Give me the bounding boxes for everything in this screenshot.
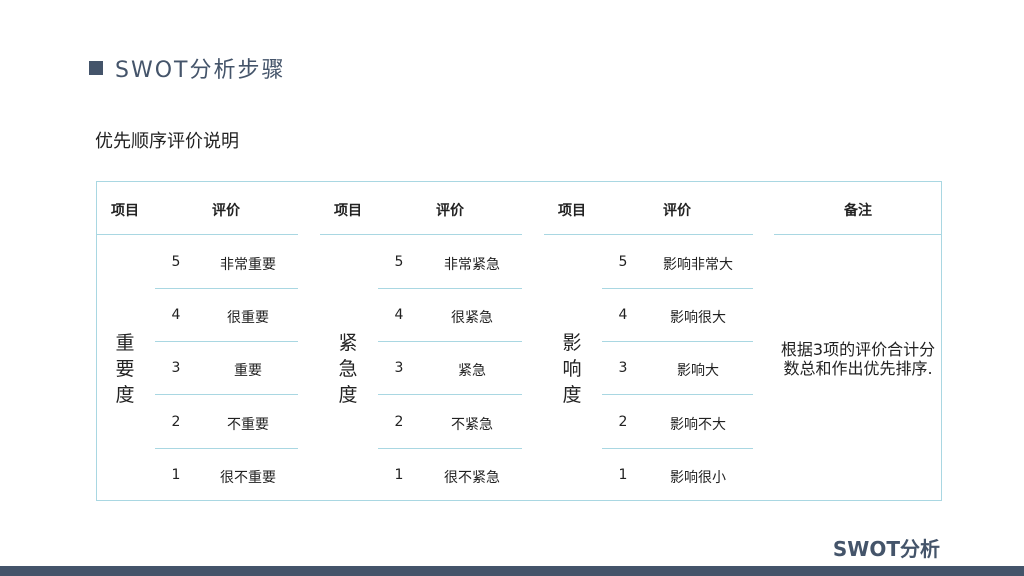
row-divider [378,448,522,449]
impact-desc: 影响很小 [670,470,726,486]
group-label-importance: 重 要 度 [115,332,135,406]
slide-title: SWOT分析步骤 [115,58,286,83]
brand-footer: SWOT分析 [832,537,940,561]
importance-score: 3 [171,360,181,376]
importance-desc: 不重要 [227,417,269,433]
bottom-accent-bar [0,566,1024,576]
header-rating-2: 评价 [436,203,464,219]
header-divider-4 [774,234,941,235]
impact-score: 1 [618,467,628,483]
urgency-desc: 非常紧急 [444,257,500,273]
urgency-desc: 很紧急 [451,310,493,326]
slide-subtitle: 优先顺序评价说明 [95,131,239,152]
importance-desc: 重要 [234,363,262,379]
row-divider [155,448,298,449]
urgency-desc: 很不紧急 [444,470,500,486]
header-rating-3: 评价 [663,203,691,219]
row-divider [602,288,753,289]
header-rating-1: 评价 [212,203,240,219]
urgency-score: 5 [394,254,404,270]
row-divider [602,394,753,395]
impact-desc: 影响大 [677,363,719,379]
header-divider-1 [97,234,298,235]
group-label-urgency: 紧 急 度 [338,332,358,406]
urgency-score: 4 [394,307,404,323]
header-item-2: 项目 [334,203,362,219]
urgency-score: 1 [394,467,404,483]
row-divider [155,288,298,289]
row-divider [155,341,298,342]
impact-score: 3 [618,360,628,376]
header-divider-2 [320,234,522,235]
row-divider [378,341,522,342]
row-divider [378,288,522,289]
square-bullet-icon [89,61,103,75]
table-note: 根据3项的评价合计分数总和作出优先排序. [780,340,936,378]
importance-desc: 很重要 [227,310,269,326]
impact-score: 4 [618,307,628,323]
header-item-1: 项目 [111,203,139,219]
impact-score: 5 [618,254,628,270]
urgency-score: 2 [394,414,404,430]
importance-score: 2 [171,414,181,430]
importance-desc: 很不重要 [220,470,276,486]
urgency-desc: 不紧急 [451,417,493,433]
row-divider [155,394,298,395]
row-divider [378,394,522,395]
header-divider-3 [544,234,753,235]
urgency-score: 3 [394,360,404,376]
impact-desc: 影响非常大 [663,257,733,273]
importance-score: 5 [171,254,181,270]
row-divider [602,448,753,449]
importance-score: 4 [171,307,181,323]
importance-desc: 非常重要 [220,257,276,273]
header-note: 备注 [844,203,872,219]
urgency-desc: 紧急 [458,363,486,379]
header-item-3: 项目 [558,203,586,219]
row-divider [602,341,753,342]
group-label-impact: 影 响 度 [562,332,582,406]
impact-score: 2 [618,414,628,430]
impact-desc: 影响不大 [670,417,726,433]
slide-title-area: SWOT分析步骤 [89,55,286,83]
importance-score: 1 [171,467,181,483]
impact-desc: 影响很大 [670,310,726,326]
